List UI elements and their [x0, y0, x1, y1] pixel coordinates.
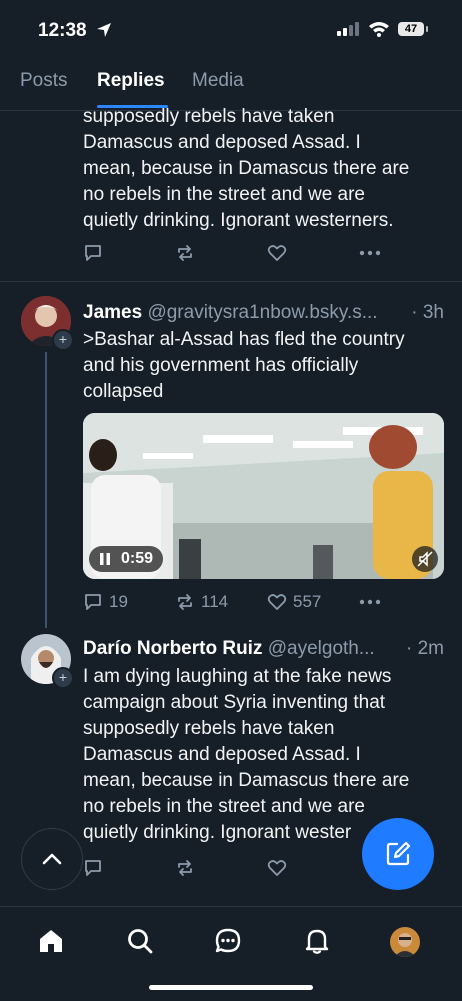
repost-icon [178, 594, 192, 610]
text-line: no rebels in the street and we are [83, 184, 366, 205]
cellular-signal-icon [337, 22, 359, 36]
home-icon[interactable] [37, 927, 65, 955]
post-actions [83, 243, 403, 267]
pause-icon[interactable] [99, 552, 111, 566]
text-line: >Bashar al-Assad has fled the country [83, 329, 405, 350]
post-time: · 2m [406, 638, 444, 659]
heart-icon [267, 860, 287, 876]
text-line: Damascus and deposed Assad. I [83, 744, 361, 765]
post-divider [0, 281, 462, 282]
tab-posts[interactable]: Posts [20, 70, 68, 92]
speaker-muted-icon [417, 551, 433, 567]
bell-icon[interactable] [303, 927, 331, 955]
tab-replies[interactable]: Replies [97, 70, 165, 92]
repost-button[interactable]: 114 [175, 592, 228, 612]
text-line: Damascus and deposed Assad. I [83, 132, 361, 153]
like-button[interactable] [267, 243, 287, 263]
ellipsis-icon [359, 599, 381, 605]
repost-button[interactable] [175, 858, 195, 878]
post-text: >Bashar al-Assad has fled the country an… [83, 327, 448, 405]
status-time: 12:38 [38, 20, 87, 41]
post-header: James @gravitysra1nbow.bsky.s... [83, 302, 413, 324]
compose-icon [386, 841, 411, 866]
text-line: supposedly rebels have taken [83, 106, 335, 127]
like-button[interactable] [267, 858, 287, 878]
author-handle[interactable]: @gravitysra1nbow.bsky.s... [147, 302, 377, 323]
follow-plus-icon[interactable]: + [52, 329, 74, 351]
more-button[interactable] [359, 243, 381, 263]
post-time: · 3h [411, 302, 444, 323]
post-actions: 19 114 557 [83, 592, 403, 616]
repost-icon [178, 245, 192, 261]
post-text: supposedly rebels have taken Damascus an… [83, 104, 448, 234]
video-duration: 0:59 [121, 550, 154, 567]
like-button[interactable]: 557 [267, 592, 321, 612]
author-name[interactable]: Darío Norberto Ruiz [83, 638, 262, 659]
repost-button[interactable] [175, 243, 195, 263]
mute-button[interactable] [412, 546, 438, 572]
heart-icon [267, 245, 287, 261]
video-player[interactable]: 0:59 [83, 413, 444, 579]
post-header: Darío Norberto Ruiz @ayelgoth... [83, 638, 401, 660]
profile-avatar-image [390, 927, 420, 957]
text-line: no rebels in the street and we are [83, 796, 366, 817]
reply-button[interactable] [83, 243, 103, 263]
search-icon[interactable] [126, 927, 154, 955]
chat-icon[interactable] [214, 927, 242, 955]
author-name[interactable]: James [83, 302, 142, 323]
home-indicator [149, 985, 313, 990]
profile-avatar[interactable] [390, 927, 420, 957]
more-button[interactable] [359, 592, 381, 612]
reply-button[interactable] [83, 858, 103, 878]
speech-bubble-icon [85, 860, 101, 876]
author-handle[interactable]: @ayelgoth... [268, 638, 375, 659]
like-count: 557 [293, 592, 322, 611]
text-line: mean, because in Damascus there are [83, 770, 410, 791]
text-line: campaign about Syria inventing that [83, 692, 386, 713]
video-controls[interactable]: 0:59 [89, 546, 164, 572]
thread-line [45, 352, 47, 628]
compose-button[interactable] [362, 818, 434, 890]
text-line: quietly drinking. Ignorant westerners. [83, 210, 394, 231]
text-line: I am dying laughing at the fake news [83, 666, 392, 687]
reply-count: 19 [109, 592, 128, 611]
speech-bubble-icon [85, 594, 101, 610]
chevron-up-icon [42, 853, 62, 865]
text-line: and his government has officially [83, 355, 359, 376]
heart-icon [267, 594, 287, 610]
follow-plus-icon[interactable]: + [52, 667, 74, 689]
scroll-to-top-button[interactable] [21, 828, 83, 890]
wifi-icon [369, 22, 389, 37]
text-line: collapsed [83, 381, 164, 402]
tab-media[interactable]: Media [192, 70, 244, 92]
location-arrow-icon [97, 23, 111, 37]
battery-cap [426, 26, 428, 32]
battery-indicator: 47 [398, 22, 424, 36]
speech-bubble-icon [85, 245, 101, 261]
status-bar: 12:38 47 [0, 0, 462, 60]
repost-icon [178, 860, 192, 876]
ellipsis-icon [359, 250, 381, 256]
post-actions [83, 858, 403, 882]
repost-count: 114 [201, 592, 229, 611]
text-line: supposedly rebels have taken [83, 718, 335, 739]
reply-button[interactable]: 19 [83, 592, 128, 612]
text-line: mean, because in Damascus there are [83, 158, 410, 179]
